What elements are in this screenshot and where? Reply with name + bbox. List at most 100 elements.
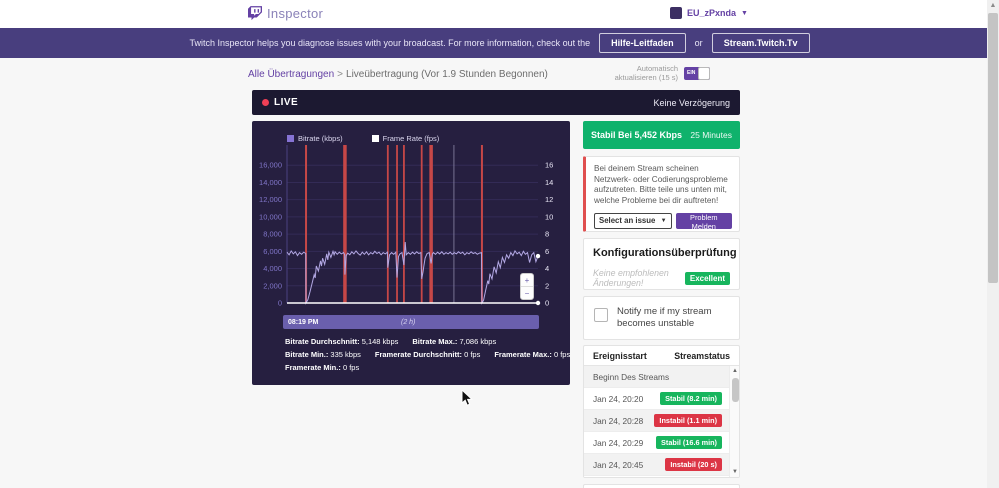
time-axis-start: 08:19 PM bbox=[288, 318, 319, 326]
svg-text:4: 4 bbox=[545, 264, 549, 273]
info-banner: Twitch Inspector helps you diagnose issu… bbox=[0, 28, 999, 58]
notify-checkbox[interactable] bbox=[594, 308, 608, 322]
stat-item: Bitrate Min.: 335 kbps bbox=[285, 350, 361, 359]
live-status-bar: LIVE Keine Verzögerung bbox=[252, 90, 740, 115]
svg-text:10,000: 10,000 bbox=[259, 212, 282, 221]
toggle-knob bbox=[698, 66, 710, 80]
stream-stats: Bitrate Durchschnitt: 5,148 kbps Bitrate … bbox=[285, 337, 570, 376]
breadcrumb-separator: > bbox=[337, 69, 344, 80]
banner-separator: or bbox=[694, 38, 703, 48]
event-row[interactable]: Jan 24, 20:28 Instabil (1.1 min) bbox=[584, 410, 739, 432]
legend-label: Bitrate (kbps) bbox=[298, 134, 343, 143]
event-status-badge: Stabil (8.2 min) bbox=[660, 392, 722, 405]
svg-text:12,000: 12,000 bbox=[259, 195, 282, 204]
event-status-badge: Instabil (20 s) bbox=[665, 458, 722, 471]
page-scrollbar[interactable]: ▲ bbox=[987, 0, 999, 488]
legend-swatch-icon bbox=[287, 135, 294, 142]
user-avatar-icon bbox=[670, 7, 682, 19]
zoom-in-button[interactable]: + bbox=[521, 274, 533, 287]
legend-label: Frame Rate (fps) bbox=[382, 134, 440, 143]
help-guide-button[interactable]: Hilfe-Leitfaden bbox=[599, 33, 686, 53]
stat-item: Framerate Min.: 0 fps bbox=[285, 363, 360, 372]
svg-text:8: 8 bbox=[545, 230, 549, 239]
svg-text:2: 2 bbox=[545, 281, 549, 290]
stability-status-banner: Stabil Bei 5,452 Kbps 25 Minutes bbox=[583, 121, 740, 149]
issue-message: Bei deinem Stream scheinen Netzwerk- ode… bbox=[594, 164, 728, 205]
svg-text:2,000: 2,000 bbox=[263, 281, 282, 290]
svg-text:14: 14 bbox=[545, 178, 553, 187]
breadcrumb-all-broadcasts-link[interactable]: Alle Übertragungen bbox=[248, 69, 334, 80]
stat-item: Bitrate Max.: 7,086 kbps bbox=[412, 337, 497, 346]
chart-zoom-control: + − bbox=[520, 273, 534, 300]
chevron-down-icon: ▼ bbox=[741, 9, 748, 17]
app-logo[interactable]: Inspector bbox=[248, 6, 323, 21]
svg-text:0: 0 bbox=[545, 299, 549, 308]
issue-select-value: Select an issue bbox=[599, 216, 656, 226]
bitrate-chart-panel: Bitrate (kbps) Frame Rate (fps) 16,000 16 1… bbox=[252, 121, 570, 385]
event-row[interactable]: Jan 24, 20:29 Stabil (16.6 min) bbox=[584, 432, 739, 454]
mouse-cursor-icon bbox=[461, 390, 474, 406]
user-menu[interactable]: EU_zPxnda ▼ bbox=[670, 7, 748, 19]
event-status-badge: Instabil (1.1 min) bbox=[654, 414, 722, 427]
stat-item: Framerate Max.: 0 fps bbox=[494, 350, 570, 359]
event-row[interactable]: Jan 24, 20:20 Stabil (8.2 min) bbox=[584, 388, 739, 410]
auto-refresh-control: Automatisch aktualisieren (15 s) EIN bbox=[615, 64, 710, 83]
events-table-header: Ereignisstart Streamstatus bbox=[584, 346, 739, 366]
live-dot-icon bbox=[262, 99, 269, 106]
svg-text:12: 12 bbox=[545, 195, 553, 204]
excellent-badge: Excellent bbox=[684, 271, 730, 285]
event-time: Jan 24, 20:20 bbox=[593, 393, 644, 404]
breadcrumb: Alle Übertragungen > Liveübertragung (Vor … bbox=[248, 64, 740, 84]
svg-text:8,000: 8,000 bbox=[263, 230, 282, 239]
issue-select[interactable]: Select an issue ▼ bbox=[594, 212, 672, 229]
auto-refresh-toggle[interactable]: EIN bbox=[684, 66, 710, 80]
page-scrollbar-thumb[interactable] bbox=[988, 13, 998, 283]
info-banner-message: Twitch Inspector helps you diagnose issu… bbox=[189, 38, 591, 48]
stability-status-duration: 25 Minutes bbox=[690, 130, 732, 140]
time-axis-window: (2 h) bbox=[401, 318, 416, 326]
chart-time-axis[interactable]: 08:19 PM (2 h) bbox=[283, 315, 539, 329]
username: EU_zPxnda bbox=[687, 8, 737, 18]
events-scrollbar[interactable]: ▲ ▼ bbox=[729, 366, 739, 477]
legend-item: Bitrate (kbps) bbox=[287, 134, 343, 143]
svg-text:10: 10 bbox=[545, 212, 553, 221]
events-table-card: Ereignisstart Streamstatus Beginn Des St… bbox=[583, 345, 740, 478]
stat-item: Bitrate Durchschnitt: 5,148 kbps bbox=[285, 337, 399, 346]
svg-text:6,000: 6,000 bbox=[263, 247, 282, 256]
chart-legend: Bitrate (kbps) Frame Rate (fps) bbox=[287, 134, 439, 143]
legend-swatch-icon bbox=[371, 135, 379, 142]
page-scroll-up-icon[interactable]: ▲ bbox=[987, 0, 999, 12]
notify-card: Notify me if my stream becomes unstable bbox=[583, 296, 740, 340]
toggle-on-label: EIN bbox=[687, 70, 696, 77]
stream-twitch-tv-button[interactable]: Stream.Twitch.Tv bbox=[711, 33, 810, 53]
twitch-glitch-icon bbox=[248, 6, 262, 21]
stat-item: Framerate Durchschnitt: 0 fps bbox=[374, 350, 481, 359]
legend-item: Frame Rate (fps) bbox=[371, 134, 440, 143]
report-problem-button[interactable]: Problem Melden bbox=[675, 212, 732, 231]
events-col-status: Streamstatus bbox=[674, 350, 730, 361]
event-row[interactable]: Jan 24, 20:45 Instabil (20 s) bbox=[584, 454, 739, 476]
event-row[interactable]: Beginn Des Streams bbox=[584, 366, 739, 388]
scroll-down-icon[interactable]: ▼ bbox=[730, 467, 739, 477]
event-time: Beginn Des Streams bbox=[593, 371, 670, 382]
stability-status-title: Stabil Bei 5,452 Kbps bbox=[591, 130, 683, 140]
configuration-check-card: Konfigurationsüberprüfung Keine empfohle… bbox=[583, 238, 740, 290]
notify-label: Notify me if my stream becomes unstable bbox=[617, 306, 712, 330]
svg-text:16: 16 bbox=[545, 161, 553, 170]
svg-text:16,000: 16,000 bbox=[259, 161, 282, 170]
events-scrollbar-thumb[interactable] bbox=[731, 378, 739, 402]
select-chevron-icon: ▼ bbox=[660, 217, 667, 224]
next-card-partial bbox=[583, 484, 740, 488]
event-time: Jan 24, 20:29 bbox=[593, 437, 644, 448]
svg-text:4,000: 4,000 bbox=[263, 264, 282, 273]
zoom-out-button[interactable]: − bbox=[521, 287, 533, 299]
event-time: Jan 24, 20:28 bbox=[593, 415, 644, 426]
issue-report-card: Bei deinem Stream scheinen Netzwerk- ode… bbox=[583, 156, 740, 232]
svg-text:0: 0 bbox=[278, 299, 282, 308]
configuration-check-message: Keine empfohlenen Änderungen! bbox=[593, 268, 669, 288]
event-row[interactable]: Jan 24, 20:46Stabil (10 s) bbox=[584, 476, 739, 477]
scroll-up-icon[interactable]: ▲ bbox=[730, 366, 739, 376]
configuration-check-title: Konfigurationsüberprüfung bbox=[593, 247, 737, 259]
delay-label: Keine Verzögerung bbox=[653, 97, 730, 108]
event-time: Jan 24, 20:45 bbox=[593, 459, 644, 470]
